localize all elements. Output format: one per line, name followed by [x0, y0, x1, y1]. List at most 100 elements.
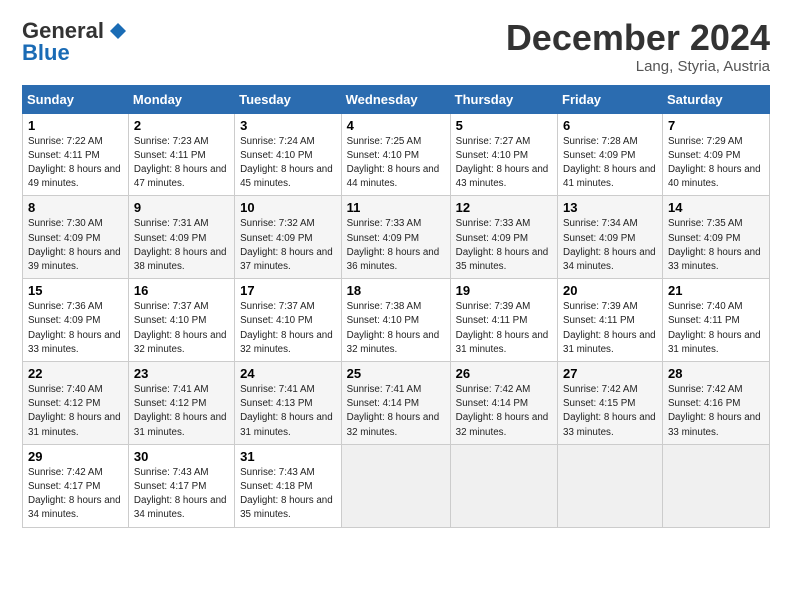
day-number: 5: [456, 118, 553, 133]
calendar-cell: 8 Sunrise: 7:30 AM Sunset: 4:09 PM Dayli…: [23, 196, 129, 279]
day-number: 13: [563, 200, 658, 215]
day-info: Sunrise: 7:24 AM Sunset: 4:10 PM Dayligh…: [240, 135, 337, 192]
day-info: Sunrise: 7:39 AM Sunset: 4:11 PM Dayligh…: [563, 300, 658, 357]
calendar-cell: 9 Sunrise: 7:31 AM Sunset: 4:09 PM Dayli…: [128, 196, 234, 279]
day-number: 1: [28, 118, 124, 133]
day-info: Sunrise: 7:31 AM Sunset: 4:09 PM Dayligh…: [134, 217, 230, 274]
day-number: 14: [668, 200, 765, 215]
calendar-cell: 7 Sunrise: 7:29 AM Sunset: 4:09 PM Dayli…: [662, 113, 769, 196]
calendar-cell: 26 Sunrise: 7:42 AM Sunset: 4:14 PM Dayl…: [450, 362, 557, 445]
calendar-cell: 29 Sunrise: 7:42 AM Sunset: 4:17 PM Dayl…: [23, 444, 129, 527]
col-tuesday: Tuesday: [235, 85, 342, 113]
calendar-week-row: 22 Sunrise: 7:40 AM Sunset: 4:12 PM Dayl…: [23, 362, 770, 445]
day-info: Sunrise: 7:29 AM Sunset: 4:09 PM Dayligh…: [668, 135, 765, 192]
calendar-cell: 6 Sunrise: 7:28 AM Sunset: 4:09 PM Dayli…: [558, 113, 663, 196]
day-info: Sunrise: 7:42 AM Sunset: 4:16 PM Dayligh…: [668, 383, 765, 440]
day-info: Sunrise: 7:41 AM Sunset: 4:14 PM Dayligh…: [347, 383, 446, 440]
day-number: 3: [240, 118, 337, 133]
day-number: 26: [456, 366, 553, 381]
calendar-cell: 27 Sunrise: 7:42 AM Sunset: 4:15 PM Dayl…: [558, 362, 663, 445]
calendar-cell: 13 Sunrise: 7:34 AM Sunset: 4:09 PM Dayl…: [558, 196, 663, 279]
day-number: 4: [347, 118, 446, 133]
page: General Blue December 2024 Lang, Styria,…: [0, 0, 792, 538]
col-friday: Friday: [558, 85, 663, 113]
day-number: 16: [134, 283, 230, 298]
day-number: 29: [28, 449, 124, 464]
calendar-cell: 12 Sunrise: 7:33 AM Sunset: 4:09 PM Dayl…: [450, 196, 557, 279]
calendar-cell: 31 Sunrise: 7:43 AM Sunset: 4:18 PM Dayl…: [235, 444, 342, 527]
day-info: Sunrise: 7:33 AM Sunset: 4:09 PM Dayligh…: [347, 217, 446, 274]
calendar-cell: 1 Sunrise: 7:22 AM Sunset: 4:11 PM Dayli…: [23, 113, 129, 196]
calendar-cell: [662, 444, 769, 527]
header: General Blue December 2024 Lang, Styria,…: [22, 18, 770, 75]
day-number: 19: [456, 283, 553, 298]
calendar-cell: 22 Sunrise: 7:40 AM Sunset: 4:12 PM Dayl…: [23, 362, 129, 445]
day-info: Sunrise: 7:25 AM Sunset: 4:10 PM Dayligh…: [347, 135, 446, 192]
calendar-cell: [341, 444, 450, 527]
day-number: 15: [28, 283, 124, 298]
calendar-cell: 14 Sunrise: 7:35 AM Sunset: 4:09 PM Dayl…: [662, 196, 769, 279]
day-number: 8: [28, 200, 124, 215]
calendar-cell: 4 Sunrise: 7:25 AM Sunset: 4:10 PM Dayli…: [341, 113, 450, 196]
day-info: Sunrise: 7:30 AM Sunset: 4:09 PM Dayligh…: [28, 217, 124, 274]
calendar-cell: 11 Sunrise: 7:33 AM Sunset: 4:09 PM Dayl…: [341, 196, 450, 279]
calendar-cell: 16 Sunrise: 7:37 AM Sunset: 4:10 PM Dayl…: [128, 279, 234, 362]
calendar-cell: 20 Sunrise: 7:39 AM Sunset: 4:11 PM Dayl…: [558, 279, 663, 362]
day-number: 18: [347, 283, 446, 298]
day-number: 30: [134, 449, 230, 464]
month-title: December 2024: [506, 18, 770, 58]
col-sunday: Sunday: [23, 85, 129, 113]
logo-flag-icon: [108, 21, 128, 41]
day-number: 31: [240, 449, 337, 464]
col-monday: Monday: [128, 85, 234, 113]
logo-blue-text: Blue: [22, 40, 70, 66]
calendar-cell: 21 Sunrise: 7:40 AM Sunset: 4:11 PM Dayl…: [662, 279, 769, 362]
day-info: Sunrise: 7:43 AM Sunset: 4:18 PM Dayligh…: [240, 466, 337, 523]
day-number: 27: [563, 366, 658, 381]
day-info: Sunrise: 7:38 AM Sunset: 4:10 PM Dayligh…: [347, 300, 446, 357]
day-number: 10: [240, 200, 337, 215]
day-info: Sunrise: 7:39 AM Sunset: 4:11 PM Dayligh…: [456, 300, 553, 357]
logo: General Blue: [22, 18, 128, 66]
day-info: Sunrise: 7:33 AM Sunset: 4:09 PM Dayligh…: [456, 217, 553, 274]
day-info: Sunrise: 7:42 AM Sunset: 4:14 PM Dayligh…: [456, 383, 553, 440]
day-info: Sunrise: 7:37 AM Sunset: 4:10 PM Dayligh…: [134, 300, 230, 357]
day-number: 22: [28, 366, 124, 381]
calendar-cell: 24 Sunrise: 7:41 AM Sunset: 4:13 PM Dayl…: [235, 362, 342, 445]
day-info: Sunrise: 7:42 AM Sunset: 4:17 PM Dayligh…: [28, 466, 124, 523]
day-number: 20: [563, 283, 658, 298]
day-number: 28: [668, 366, 765, 381]
calendar-cell: 18 Sunrise: 7:38 AM Sunset: 4:10 PM Dayl…: [341, 279, 450, 362]
location: Lang, Styria, Austria: [506, 58, 770, 75]
day-number: 17: [240, 283, 337, 298]
calendar-cell: 28 Sunrise: 7:42 AM Sunset: 4:16 PM Dayl…: [662, 362, 769, 445]
day-info: Sunrise: 7:34 AM Sunset: 4:09 PM Dayligh…: [563, 217, 658, 274]
calendar-cell: 15 Sunrise: 7:36 AM Sunset: 4:09 PM Dayl…: [23, 279, 129, 362]
col-saturday: Saturday: [662, 85, 769, 113]
day-info: Sunrise: 7:37 AM Sunset: 4:10 PM Dayligh…: [240, 300, 337, 357]
title-block: December 2024 Lang, Styria, Austria: [506, 18, 770, 75]
day-info: Sunrise: 7:40 AM Sunset: 4:12 PM Dayligh…: [28, 383, 124, 440]
calendar-cell: [558, 444, 663, 527]
day-info: Sunrise: 7:41 AM Sunset: 4:12 PM Dayligh…: [134, 383, 230, 440]
day-info: Sunrise: 7:32 AM Sunset: 4:09 PM Dayligh…: [240, 217, 337, 274]
day-info: Sunrise: 7:40 AM Sunset: 4:11 PM Dayligh…: [668, 300, 765, 357]
day-info: Sunrise: 7:23 AM Sunset: 4:11 PM Dayligh…: [134, 135, 230, 192]
day-number: 6: [563, 118, 658, 133]
day-info: Sunrise: 7:42 AM Sunset: 4:15 PM Dayligh…: [563, 383, 658, 440]
day-number: 25: [347, 366, 446, 381]
calendar-header-row: Sunday Monday Tuesday Wednesday Thursday…: [23, 85, 770, 113]
day-info: Sunrise: 7:35 AM Sunset: 4:09 PM Dayligh…: [668, 217, 765, 274]
col-thursday: Thursday: [450, 85, 557, 113]
calendar-cell: 19 Sunrise: 7:39 AM Sunset: 4:11 PM Dayl…: [450, 279, 557, 362]
calendar-cell: 5 Sunrise: 7:27 AM Sunset: 4:10 PM Dayli…: [450, 113, 557, 196]
calendar-week-row: 1 Sunrise: 7:22 AM Sunset: 4:11 PM Dayli…: [23, 113, 770, 196]
calendar-cell: 17 Sunrise: 7:37 AM Sunset: 4:10 PM Dayl…: [235, 279, 342, 362]
calendar-cell: 10 Sunrise: 7:32 AM Sunset: 4:09 PM Dayl…: [235, 196, 342, 279]
day-info: Sunrise: 7:27 AM Sunset: 4:10 PM Dayligh…: [456, 135, 553, 192]
col-wednesday: Wednesday: [341, 85, 450, 113]
calendar-cell: 30 Sunrise: 7:43 AM Sunset: 4:17 PM Dayl…: [128, 444, 234, 527]
day-number: 12: [456, 200, 553, 215]
calendar-cell: 25 Sunrise: 7:41 AM Sunset: 4:14 PM Dayl…: [341, 362, 450, 445]
day-number: 9: [134, 200, 230, 215]
